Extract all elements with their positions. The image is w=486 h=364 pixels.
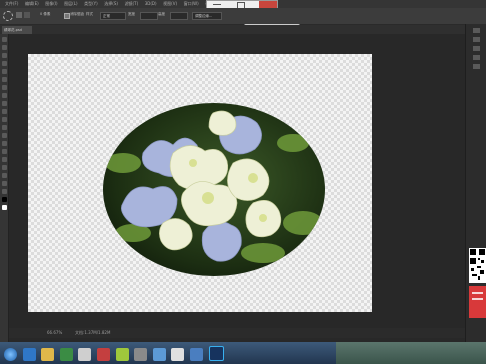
menu-window[interactable]: 窗口(W) — [184, 0, 199, 8]
stamp-tool-icon[interactable] — [1, 101, 7, 106]
style-label: 样式 — [86, 12, 93, 16]
new-selection-icon[interactable] — [16, 12, 22, 18]
menu-select[interactable]: 选择(S) — [104, 0, 118, 8]
add-selection-icon[interactable] — [24, 12, 30, 18]
menu-file[interactable]: 文件(F) — [5, 0, 18, 8]
zoom-level[interactable]: 66.67% — [47, 328, 62, 338]
history-brush-tool-icon[interactable] — [1, 109, 7, 114]
options-bar: 0 像素 消除锯齿 样式 正常 宽度 高度 调整边缘... — [0, 8, 486, 25]
pen-tool-icon[interactable] — [1, 149, 7, 154]
explorer-icon[interactable] — [41, 348, 55, 361]
path-select-tool-icon[interactable] — [1, 165, 7, 170]
app-icon-1[interactable] — [78, 348, 92, 361]
swatches-panel-icon[interactable] — [473, 37, 480, 42]
height-input[interactable] — [170, 12, 188, 20]
minimize-icon[interactable] — [213, 4, 221, 5]
menu-edit[interactable]: 编辑(E) — [25, 0, 39, 8]
document-tab-bar — [0, 25, 486, 34]
menu-type[interactable]: 类型(Y) — [84, 0, 98, 8]
background-color-swatch[interactable] — [1, 205, 7, 210]
gradient-tool-icon[interactable] — [1, 125, 7, 130]
app-icon-7[interactable] — [189, 348, 203, 361]
refine-edge-button[interactable]: 调整边缘... — [192, 12, 222, 20]
history-panel-icon[interactable] — [473, 55, 480, 60]
lasso-tool-icon[interactable] — [1, 53, 7, 58]
feather-input[interactable]: 0 像素 — [40, 12, 50, 17]
eraser-tool-icon[interactable] — [1, 117, 7, 122]
zoom-tool-icon[interactable] — [1, 189, 7, 194]
color-panel-icon[interactable] — [473, 28, 480, 33]
move-tool-icon[interactable] — [1, 37, 7, 42]
foreground-color-swatch[interactable] — [1, 197, 7, 202]
layers-panel-icon[interactable] — [473, 46, 480, 51]
blur-tool-icon[interactable] — [1, 133, 7, 138]
menu-3d[interactable]: 3D(D) — [145, 0, 157, 8]
width-input[interactable] — [140, 12, 158, 20]
app-icon-6[interactable] — [171, 348, 185, 361]
photoshop-taskbar-icon[interactable] — [208, 346, 224, 361]
media-player-icon[interactable] — [59, 348, 73, 361]
document-info: 文档:1.37M/1.82M — [75, 330, 111, 335]
app-icon-2[interactable] — [96, 348, 110, 361]
start-button-icon[interactable] — [4, 348, 17, 361]
brush-tool-icon[interactable] — [1, 93, 7, 98]
system-tray — [336, 342, 486, 364]
app-icon-4[interactable] — [134, 348, 148, 361]
crop-tool-icon[interactable] — [1, 69, 7, 74]
quick-select-tool-icon[interactable] — [1, 61, 7, 66]
ie-icon[interactable] — [22, 348, 36, 361]
app-icon-5[interactable] — [152, 348, 166, 361]
adjustments-panel-icon[interactable] — [473, 64, 480, 69]
healing-tool-icon[interactable] — [1, 85, 7, 90]
app-icon-3[interactable] — [115, 348, 129, 361]
qr-code-icon — [469, 248, 486, 318]
width-label: 宽度 — [128, 12, 135, 16]
height-label: 高度 — [158, 12, 165, 16]
dodge-tool-icon[interactable] — [1, 141, 7, 146]
hand-tool-icon[interactable] — [1, 181, 7, 186]
marquee-tool-icon[interactable] — [3, 11, 13, 21]
eyedropper-tool-icon[interactable] — [1, 77, 7, 82]
tools-panel — [0, 34, 9, 342]
document-tab[interactable]: 绣球花.psd — [2, 26, 32, 34]
marquee-tool-icon-2[interactable] — [1, 45, 7, 50]
style-dropdown[interactable]: 正常 — [100, 12, 126, 20]
menu-layer[interactable]: 图层(L) — [64, 0, 77, 8]
menu-image[interactable]: 图像(I) — [45, 0, 57, 8]
menu-filter[interactable]: 滤镜(T) — [125, 0, 139, 8]
shape-tool-icon[interactable] — [1, 173, 7, 178]
menu-view[interactable]: 视图(V) — [163, 0, 177, 8]
status-bar: 66.67% 文档:1.37M/1.82M — [9, 328, 465, 338]
anti-alias-label: 消除锯齿 — [70, 12, 84, 16]
type-tool-icon[interactable] — [1, 157, 7, 162]
hydrangea-photo — [103, 103, 325, 276]
